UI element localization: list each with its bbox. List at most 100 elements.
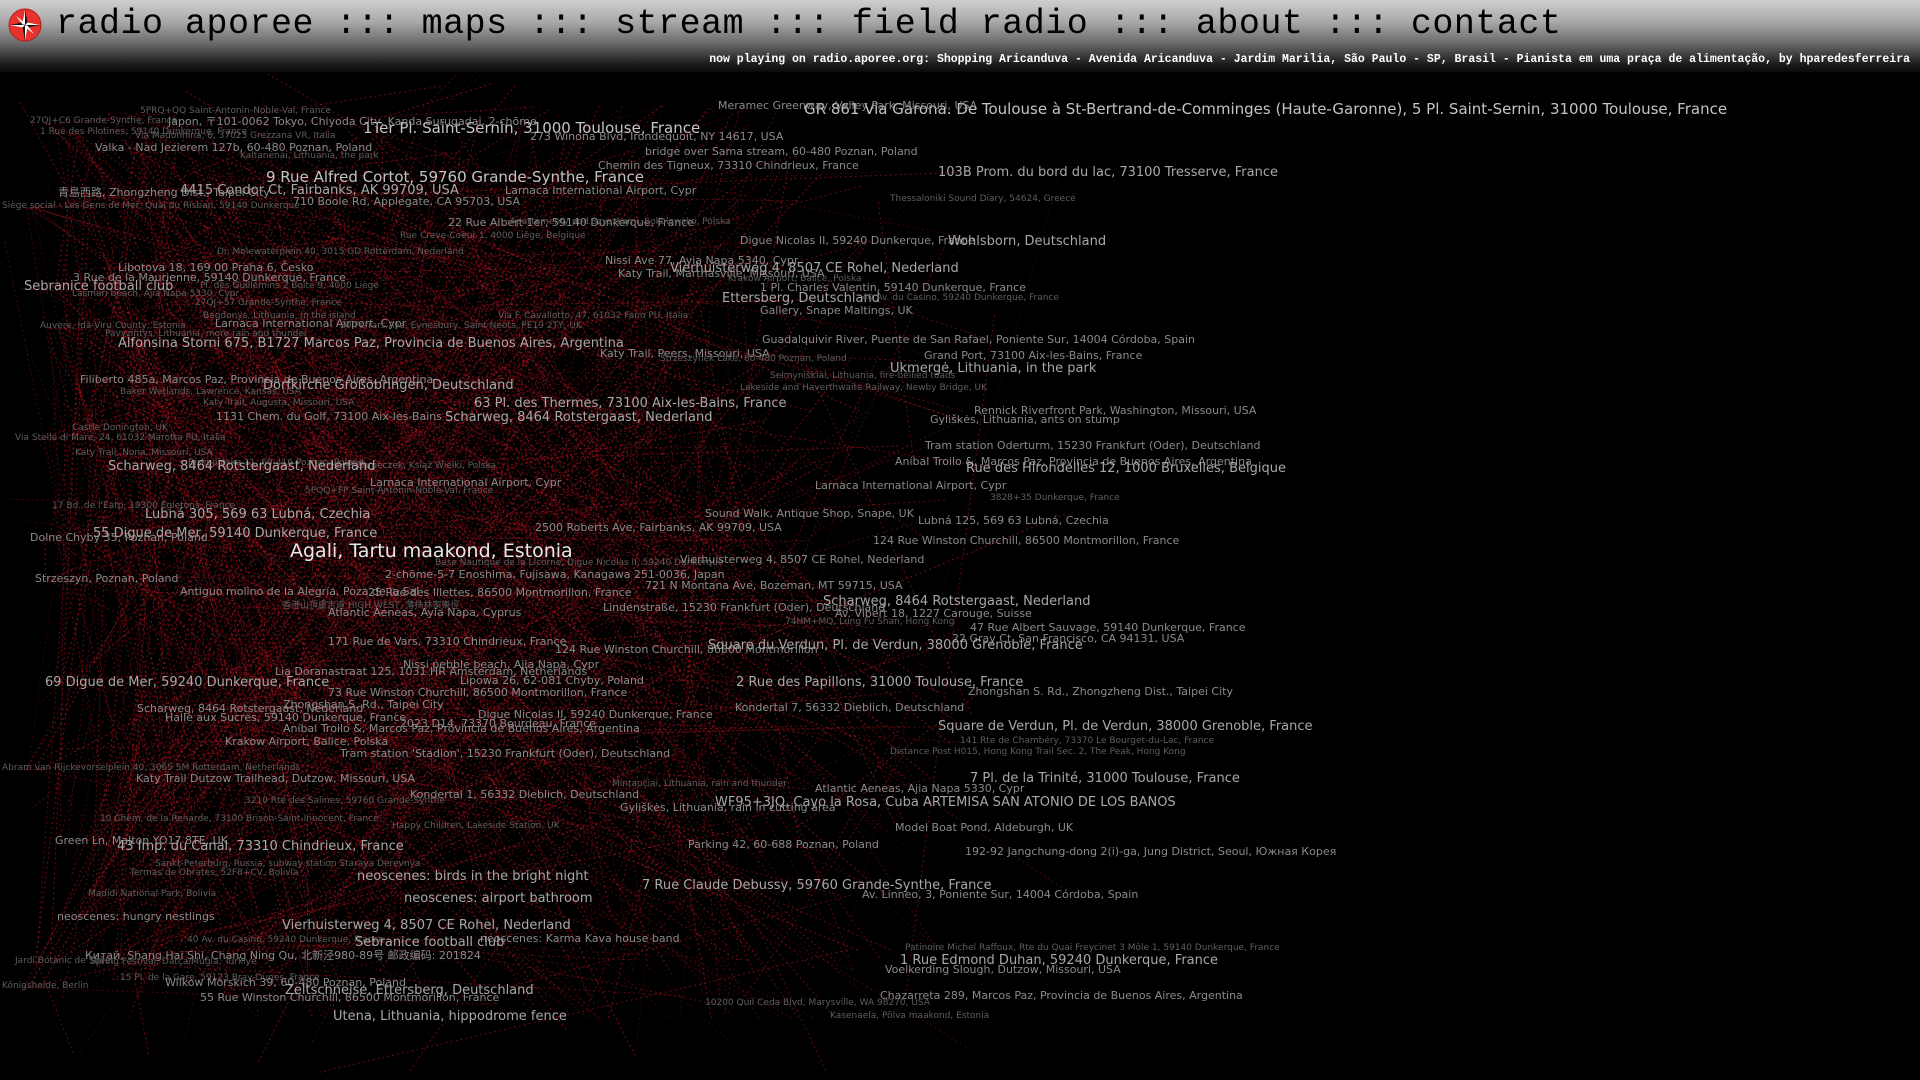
place-label[interactable]: 124 Rue Winston Churchill, 86500 Montmor… [873,535,1179,546]
place-label[interactable]: 3828+35 Dunkerque, France [990,494,1120,503]
place-label[interactable]: Kondertal 7, 56332 Dieblich, Deutschland [735,702,964,713]
place-label[interactable]: Gyliškės, Lithuania, rain in cutting are… [620,802,836,813]
place-label[interactable]: 192-92 Jangchung-dong 2(i)-ga, Jung Dist… [965,846,1336,857]
place-label[interactable]: 273 Winona Blvd, Irondequoit, NY 14617, … [530,131,783,142]
place-label[interactable]: Zhongshan S. Rd., Zhongzheng Dist., Taip… [968,686,1233,697]
place-label[interactable]: neoscenes: hungry nestlings [57,911,215,922]
place-label[interactable]: Guadalquivir River, Puente de San Rafael… [762,334,1195,345]
place-label[interactable]: Mintaučiai, Lithuania, rain and thunder [612,780,787,789]
place-label[interactable]: Katy Trail, Nona, Missouri, USA [75,449,213,458]
place-label[interactable]: Scharweg, 8464 Rotstergaast, Nederland [445,411,713,424]
place-label[interactable]: Sound Walk, Antique Shop, Snape, UK [705,508,914,519]
nav-radio-aporee[interactable]: radio aporee [56,4,314,44]
place-label[interactable]: Scharweg, 8464 Rotstergaast, Nederland [108,460,376,473]
place-label[interactable]: Gyliškės, Lithuania, ants on stump [930,414,1120,425]
place-label[interactable]: 141 Rte de Chambéry, 73370 Le Bourget-du… [960,737,1214,746]
place-label[interactable]: Thessaloniki Sound Diary, 54624, Greece [890,195,1076,204]
place-label[interactable]: 5PRQ+QQ Saint-Antonin-Noble-Val, France [140,107,331,116]
place-label[interactable]: Voelkerding Slough, Dutzow, Missouri, US… [885,964,1121,975]
place-label[interactable]: Utena, Lithuania, hippodrome fence [333,1010,567,1023]
place-label[interactable]: Model Boat Pond, Aldeburgh, UK [895,822,1073,833]
place-label[interactable]: Pl. des Guillemins 2 Boîte 9, 4000 Liège [200,282,379,291]
nav-field-radio[interactable]: field radio [852,4,1089,44]
place-label[interactable]: Japon, 〒101-0062 Tokyo, Chiyoda City, Ka… [168,116,537,127]
place-label[interactable]: Lubná 125, 569 63 Lubná, Czechia [918,515,1109,526]
place-label[interactable]: Gallery, Snape Maltings, UK [760,305,913,316]
place-label[interactable]: Atlantic Aeneas, Ajia Napa 5330, Cypr [815,783,1024,794]
nav-maps[interactable]: maps [422,4,508,44]
nav-contact[interactable]: contact [1411,4,1562,44]
place-label[interactable]: 721 N Montana Ave, Bozeman, MT 59715, US… [645,580,903,591]
place-label[interactable]: 63 Pl. des Thermes, 73100 Aix-les-Bains,… [474,397,787,410]
place-label[interactable]: 73 Rue Winston Churchill, 86500 Montmori… [328,687,627,698]
place-label[interactable]: Aníbal Troilo &, Marcos Paz, Provincia d… [283,723,640,734]
place-label[interactable]: Square du Verdun, Pl. de Verdun, 38000 G… [708,639,1083,652]
place-label[interactable]: 27QJ+C6 Grande-Synthe, France [30,117,177,126]
place-label[interactable]: 55 Rue Winston Churchill, 86500 Montmori… [200,992,499,1003]
place-label[interactable]: 25 Rue des Illettes, 86500 Montmorillon,… [368,587,632,598]
place-label[interactable]: Baker Wetlands, Lawrence, Kansas, USA [120,388,301,397]
place-label[interactable]: Via Madonnina, 6, 37023 Grezzana VR, Ita… [135,132,336,141]
place-label[interactable]: 1131 Chem. du Golf, 73100 Aix-les-Bains [216,411,442,422]
place-label[interactable]: Grand Port, 73100 Aix-les-Bains, France [924,350,1142,361]
place-label[interactable]: Lubná 305, 569 63 Lubná, Czechia [145,508,370,521]
place-label[interactable]: Tram station Oderturm, 15230 Frankfurt (… [925,440,1261,451]
place-label[interactable]: Apartamenty pod Szyszkami, Sokolowsko, P… [510,218,731,227]
place-label[interactable]: Via F. Cavallotto, 47, 61032 Fano PU, It… [498,312,688,321]
place-label[interactable]: Parking 42, 60-688 Poznan, Poland [688,839,879,850]
place-label[interactable]: Patinoire Michel Raffoux, Rte du Quai Fr… [905,944,1280,953]
place-label[interactable]: Larnaca International Airport, Cypr [815,480,1006,491]
place-label[interactable]: Meramec Greenway, Valley Park, Missouri,… [718,100,977,111]
place-label[interactable]: Chazarreta 289, Marcos Paz, Provincia de… [880,990,1243,1001]
place-label[interactable]: bridge over Sama stream, 60-480 Poznan, … [645,146,918,157]
place-label[interactable]: 10200 Quil Ceda Blvd, Marysville, WA 982… [705,999,930,1008]
place-label[interactable]: 69 Digue de Mer, 59240 Dunkerque, France [45,676,329,689]
place-label[interactable]: Vierhuisterweg 4, 8507 CE Rohel, Nederla… [680,554,924,565]
place-label[interactable]: Spring Festival, Datça/Muğla, Türkiye [90,958,257,967]
place-label[interactable]: 5PQQ+FP Saint-Antonin-Noble-Val, France [305,487,493,496]
place-label[interactable]: Via Stelle di Mare, 24, 61032 Marotta PU… [15,434,225,443]
place-label[interactable]: Termas de Obrates, 52F8+CV, Bolivia [130,869,299,878]
nav-stream[interactable]: stream [615,4,744,44]
compass-rose-icon[interactable] [8,8,42,42]
place-label[interactable]: 171 Rue de Vars, 73310 Chindrieux, Franc… [328,636,566,647]
place-label[interactable]: 20 Ferrars Ave, Eynesbury, Saint Neots, … [340,322,582,331]
place-label[interactable]: Selmyniškiai, Lithuania, fire-bellied to… [770,372,955,381]
place-label[interactable]: 3210 Rte des Salines, 59760 Grande-Synth… [245,797,445,806]
place-label[interactable]: neoscenes: airport bathroom [404,892,593,905]
place-label[interactable]: Larnaca International Airport, Cypr [505,185,696,196]
place-label[interactable]: 青島西路, Zhongzheng Dist., Taipei City [58,187,270,198]
place-label[interactable]: Kasenaela, Põlva maakond, Estonia [830,1012,989,1021]
place-label[interactable]: 10 Chem. de la Renarde, 73100 Brison-Sai… [100,815,379,824]
place-label[interactable]: Digue Nicolas II, 59240 Dunkerque, Franc… [740,235,975,246]
place-label[interactable]: Rue des Hirondelles 12, 1000 Bruxelles, … [966,462,1286,475]
place-label[interactable]: Krakow Airport, Balice, Polska [225,736,388,747]
place-label[interactable]: Dolne Chyby 35, Poznan, Poland [30,532,208,543]
place-label[interactable]: Strzeszyn, Poznan, Poland [35,573,178,584]
nav-about[interactable]: about [1196,4,1304,44]
place-label[interactable]: Königsheide, Berlin [2,982,88,991]
place-label[interactable]: Lakeside and Haverthwaite Railway, Newby… [740,384,987,393]
place-label[interactable]: Siège social - Les Gens de Mer, Quai du … [2,202,300,211]
place-label[interactable]: Castle Donington, UK [72,424,168,433]
place-label[interactable]: Sebranice football club [355,936,504,949]
place-label[interactable]: Tram station 'Stadion', 15230 Frankfurt … [340,748,670,759]
place-label[interactable]: Kaltanėnai, Lithuania, the park [240,152,379,161]
place-label[interactable]: 74HM+MQ, Lung Fu Shan, Hong Kong [785,618,954,627]
place-label[interactable]: Katy Trail Dutzow Trailhead, Dutzow, Mis… [136,773,415,784]
place-label[interactable]: Katy Trail, Augusta, Missouri, USA [203,399,354,408]
now-playing-ticker[interactable]: now playing on radio.aporee.org: Shoppin… [709,53,1910,66]
place-label[interactable]: 27QJ+57 Grande-Synthe, France [195,299,342,308]
place-label[interactable]: Happy Children, Lakeside Station, UK [392,822,560,831]
place-label[interactable]: Lipowa 26, 62-081 Chyby, Poland [460,675,644,686]
place-label[interactable]: Alfonsina Storni 675, B1727 Marcos Paz, … [118,337,624,350]
place-label[interactable]: neoscenes: Karma Kava house band [480,933,680,944]
place-label[interactable]: Square de Verdun, Pl. de Verdun, 38000 G… [938,720,1313,733]
place-label[interactable]: 43 Imp. du Canal, 73310 Chindrieux, Fran… [117,840,404,853]
place-label[interactable]: Wohlsborn, Deutschland [948,235,1106,248]
place-label[interactable]: Vierhuisterweg 4, 8507 CE Rohel, Nederla… [282,919,571,932]
place-label[interactable]: Madidi National Park, Bolivia [88,890,216,899]
place-label[interactable]: 710 Boole Rd, Applegate, CA 95703, USA [293,196,520,207]
sound-map-canvas[interactable]: GR 861 Via Garona. De Toulouse à St-Bert… [0,72,1920,1080]
place-label[interactable]: Strzeszynek Lake, 60-480 Poznan, Poland [660,355,847,364]
